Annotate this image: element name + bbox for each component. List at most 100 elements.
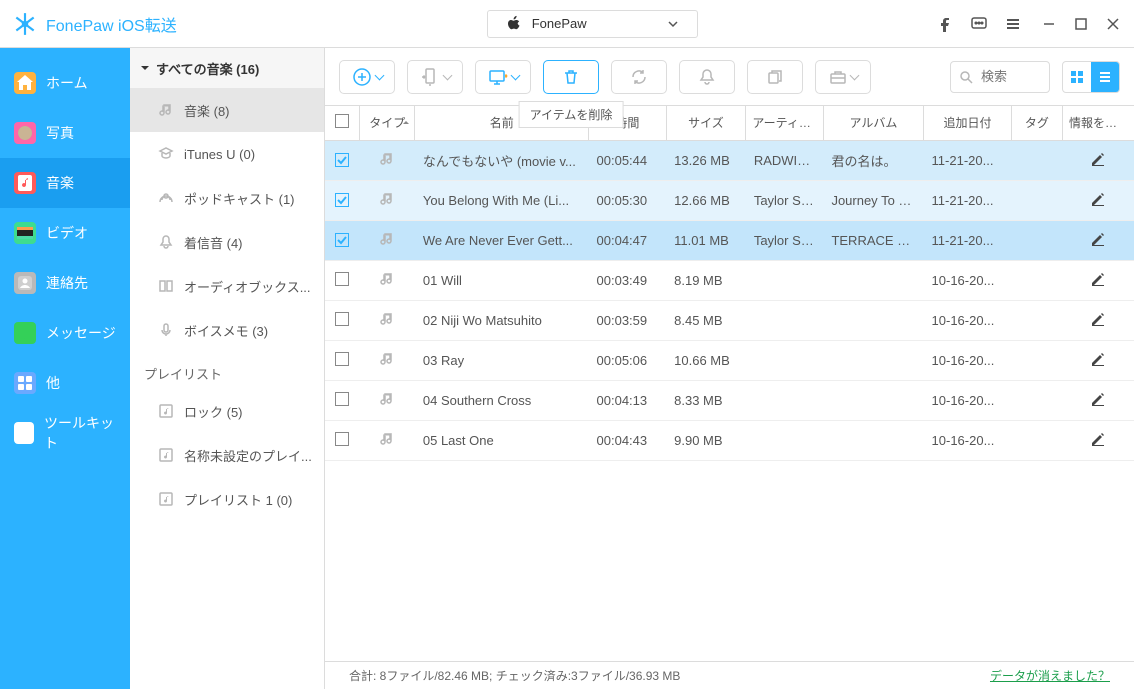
row-checkbox[interactable]: [335, 153, 349, 167]
view-toggle: [1062, 61, 1120, 93]
menu-icon[interactable]: [1004, 15, 1022, 33]
minimize-button[interactable]: [1040, 15, 1058, 33]
row-time: 00:03:59: [589, 300, 667, 340]
edit-button[interactable]: [1090, 395, 1106, 410]
select-all-checkbox[interactable]: [335, 114, 349, 128]
row-checkbox[interactable]: [335, 312, 349, 326]
row-time: 00:05:30: [589, 180, 667, 220]
nav-item-video[interactable]: ビデオ: [0, 208, 130, 258]
edit-button[interactable]: [1090, 275, 1106, 290]
tree-item-label: 名称未設定のプレイ...: [184, 446, 312, 465]
tree-item-audiobooks[interactable]: オーディオブックス...: [130, 264, 324, 308]
row-time: 00:05:06: [589, 340, 667, 380]
facebook-icon[interactable]: [938, 16, 954, 32]
row-artist: Taylor Sw...: [746, 220, 824, 260]
table-row[interactable]: 05 Last One 00:04:43 9.90 MB 10-16-20...: [325, 420, 1134, 460]
row-checkbox[interactable]: [335, 233, 349, 247]
table-row[interactable]: なんでもないや (movie v... 00:05:44 13.26 MB RA…: [325, 140, 1134, 180]
close-button[interactable]: [1104, 15, 1122, 33]
col-edit[interactable]: 情報を編集: [1062, 106, 1134, 140]
edit-button[interactable]: [1090, 155, 1106, 170]
row-artist: Taylor Sw...: [746, 180, 824, 220]
status-link[interactable]: データが消えました？: [990, 667, 1110, 684]
row-time: 00:04:43: [589, 420, 667, 460]
search-input[interactable]: [979, 68, 1039, 85]
col-checkbox[interactable]: [325, 106, 360, 140]
table-row[interactable]: 01 Will 00:03:49 8.19 MB 10-16-20...: [325, 260, 1134, 300]
row-tag: [1011, 380, 1062, 420]
col-size[interactable]: サイズ: [666, 106, 746, 140]
grid-view-button[interactable]: [1063, 62, 1091, 92]
nav-item-toolkit[interactable]: ツールキット: [0, 408, 130, 458]
nav-item-other[interactable]: 他: [0, 358, 130, 408]
tree-item-itunesu[interactable]: iTunes U (0): [130, 132, 324, 176]
row-album: Journey To F...: [823, 180, 923, 220]
edit-button[interactable]: [1090, 235, 1106, 250]
col-tag[interactable]: タグ: [1011, 106, 1062, 140]
folder-button[interactable]: [815, 60, 871, 94]
pc-export-icon: [488, 67, 508, 87]
edit-button[interactable]: [1090, 195, 1106, 210]
toolkit-icon: [14, 422, 34, 444]
delete-button[interactable]: アイテムを削除: [543, 60, 599, 94]
nav-item-messages[interactable]: メッセージ: [0, 308, 130, 358]
table-row[interactable]: 04 Southern Cross 00:04:13 8.33 MB 10-16…: [325, 380, 1134, 420]
tree-item-pl1[interactable]: プレイリスト 1 (0): [130, 477, 324, 521]
edit-button[interactable]: [1090, 315, 1106, 330]
col-type[interactable]: タイプ: [360, 106, 415, 140]
row-time: 00:04:13: [589, 380, 667, 420]
row-checkbox[interactable]: [335, 193, 349, 207]
snowflake-icon: [12, 11, 38, 37]
row-checkbox[interactable]: [335, 352, 349, 366]
export-to-phone-button[interactable]: [407, 60, 463, 94]
row-checkbox[interactable]: [335, 432, 349, 446]
col-artist[interactable]: アーティスト: [746, 106, 824, 140]
col-date[interactable]: 追加日付: [924, 106, 1012, 140]
row-checkbox[interactable]: [335, 272, 349, 286]
tree-item-ringtones[interactable]: 着信音 (4): [130, 220, 324, 264]
podcasts-icon: [158, 190, 174, 206]
device-selector[interactable]: FonePaw: [487, 10, 698, 38]
video-icon: [14, 222, 36, 244]
table-header-row: タイプ 名前 時間 サイズ アーティスト アルバム 追加日付 タグ 情報を編集: [325, 106, 1134, 140]
list-view-button[interactable]: [1091, 62, 1119, 92]
tree-item-podcasts[interactable]: ポッドキャスト (1): [130, 176, 324, 220]
edit-button[interactable]: [1090, 435, 1106, 450]
tree-item-unnamed[interactable]: 名称未設定のプレイ...: [130, 433, 324, 477]
row-tag: [1011, 420, 1062, 460]
col-album[interactable]: アルバム: [823, 106, 923, 140]
tree-item-songs[interactable]: 音楽 (8): [130, 88, 324, 132]
refresh-button[interactable]: [611, 60, 667, 94]
table-row[interactable]: You Belong With Me (Li... 00:05:30 12.66…: [325, 180, 1134, 220]
row-checkbox[interactable]: [335, 392, 349, 406]
row-tag: [1011, 220, 1062, 260]
dedupe-button[interactable]: [747, 60, 803, 94]
pl-icon: [158, 447, 174, 463]
table-row[interactable]: 02 Niji Wo Matsuhito 00:03:59 8.45 MB 10…: [325, 300, 1134, 340]
nav-item-photos[interactable]: 写真: [0, 108, 130, 158]
search-box[interactable]: [950, 61, 1050, 93]
nav-item-music[interactable]: 音楽: [0, 158, 130, 208]
table-row[interactable]: We Are Never Ever Gett... 00:04:47 11.01…: [325, 220, 1134, 260]
maximize-button[interactable]: [1072, 15, 1090, 33]
itunesu-icon: [158, 146, 174, 162]
add-button[interactable]: [339, 60, 395, 94]
row-size: 13.26 MB: [666, 140, 746, 180]
row-date: 10-16-20...: [924, 260, 1012, 300]
edit-button[interactable]: [1090, 355, 1106, 370]
ringtone-button[interactable]: [679, 60, 735, 94]
nav-item-contacts[interactable]: 連絡先: [0, 258, 130, 308]
tree-item-label: オーディオブックス...: [184, 277, 311, 296]
nav-label: 連絡先: [46, 273, 88, 293]
tree-item-voicememo[interactable]: ボイスメモ (3): [130, 308, 324, 352]
row-album: 君の名は。: [823, 140, 923, 180]
nav-item-home[interactable]: ホーム: [0, 58, 130, 108]
feedback-icon[interactable]: [970, 15, 988, 33]
export-to-pc-button[interactable]: [475, 60, 531, 94]
tree-item-label: ボイスメモ (3): [184, 321, 268, 340]
tree-header-all-music[interactable]: すべての音楽 (16): [130, 48, 324, 88]
row-size: 8.45 MB: [666, 300, 746, 340]
row-date: 10-16-20...: [924, 300, 1012, 340]
table-row[interactable]: 03 Ray 00:05:06 10.66 MB 10-16-20...: [325, 340, 1134, 380]
tree-item-rock[interactable]: ロック (5): [130, 389, 324, 433]
